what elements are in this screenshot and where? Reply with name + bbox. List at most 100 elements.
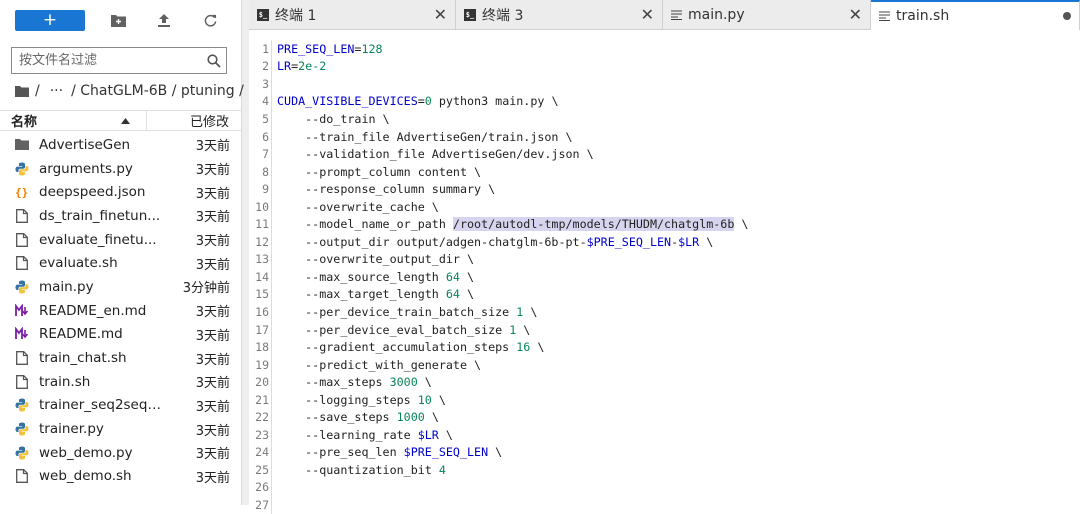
code-line[interactable]: --overwrite_output_dir \ xyxy=(277,251,748,269)
code-line[interactable]: --per_device_eval_batch_size 1 \ xyxy=(277,321,748,339)
home-folder-icon[interactable] xyxy=(15,85,29,97)
code-line[interactable]: --learning_rate $LR \ xyxy=(277,426,748,444)
code-token: \ xyxy=(523,304,538,319)
tab-train-sh[interactable]: train.sh xyxy=(871,0,1080,30)
unsaved-indicator-icon[interactable] xyxy=(1063,12,1071,20)
upload-icon[interactable] xyxy=(151,9,177,31)
code-token: --overwrite_output_dir \ xyxy=(277,252,475,267)
file-list-header: 名称 已修改 xyxy=(0,110,241,131)
file-list-item[interactable]: README_en.md 3天前 xyxy=(0,299,241,323)
code-line[interactable]: --prompt_column content \ xyxy=(277,163,748,181)
file-list-item[interactable]: {} deepspeed.json 3天前 xyxy=(0,180,241,204)
code-token: --overwrite_cache \ xyxy=(277,199,439,214)
code-line[interactable]: --overwrite_cache \ xyxy=(277,198,748,216)
code-line[interactable]: --gradient_accumulation_steps 16 \ xyxy=(277,338,748,356)
code-token: --train_file AdvertiseGen/train.json \ xyxy=(277,129,573,144)
file-list-item[interactable]: web_demo.py 3天前 xyxy=(0,441,241,465)
code-token: \ xyxy=(459,287,475,302)
file-list-item[interactable]: evaluate_finetu... 3天前 xyxy=(0,228,241,252)
text-file-icon xyxy=(671,9,682,20)
panel-splitter[interactable] xyxy=(241,0,249,505)
file-list-item[interactable]: AdvertiseGen 3天前 xyxy=(0,133,241,157)
code-token: --per_device_train_batch_size xyxy=(277,304,517,319)
code-line[interactable] xyxy=(277,75,748,93)
breadcrumb-separator: / xyxy=(35,83,40,99)
code-line[interactable]: --pre_seq_len $PRE_SEQ_LEN \ xyxy=(277,444,748,462)
line-number: 9 xyxy=(262,182,269,197)
file-name: train_chat.sh xyxy=(39,350,127,367)
code-line[interactable]: --output_dir output/adgen-chatglm-6b-pt-… xyxy=(277,233,748,251)
file-list-item[interactable]: ds_train_finetun... 3天前 xyxy=(0,204,241,228)
file-name: deepspeed.json xyxy=(39,184,146,201)
code-line[interactable]: --per_device_train_batch_size 1 \ xyxy=(277,303,748,321)
close-icon[interactable]: ✕ xyxy=(434,5,447,24)
code-line[interactable]: --model_name_or_path /root/autodl-tmp/mo… xyxy=(277,215,748,233)
line-number: 8 xyxy=(262,164,269,179)
line-number: 23 xyxy=(255,427,269,442)
code-line[interactable]: --max_target_length 64 \ xyxy=(277,286,748,304)
code-line[interactable]: --response_column summary \ xyxy=(277,180,748,198)
code-line[interactable]: --do_train \ xyxy=(277,110,748,128)
code-token: --logging_steps xyxy=(277,392,418,407)
file-name: train.sh xyxy=(39,373,91,390)
code-line[interactable] xyxy=(277,479,748,497)
markdown-icon xyxy=(13,302,31,320)
code-token: LR xyxy=(277,59,292,74)
code-line[interactable]: PRE_SEQ_LEN = 128 xyxy=(277,40,748,58)
file-name: ds_train_finetun... xyxy=(39,207,161,224)
close-icon[interactable]: ✕ xyxy=(641,5,654,24)
file-list-item[interactable]: train.sh 3天前 xyxy=(0,370,241,394)
file-list-item[interactable]: trainer_seq2seq.... 3天前 xyxy=(0,394,241,418)
json-icon: {} xyxy=(13,183,31,201)
refresh-icon[interactable] xyxy=(197,9,223,31)
line-number: 18 xyxy=(255,340,269,355)
file-modified: 3天前 xyxy=(195,423,230,439)
selected-text: /root/autodl-tmp/models/THUDM/chatglm-6b xyxy=(452,217,735,232)
breadcrumb-path[interactable]: / ChatGLM-6B / ptuning / xyxy=(71,83,244,99)
code-token: \ xyxy=(424,410,439,425)
tab-main-py[interactable]: main.py ✕ xyxy=(663,0,871,29)
filter-input[interactable] xyxy=(12,52,202,69)
code-line[interactable]: CUDA_VISIBLE_DEVICES = 0 python3 main.py \ xyxy=(277,93,748,111)
file-modified: 3天前 xyxy=(195,139,230,155)
code-token: 64 xyxy=(445,269,460,284)
search-icon xyxy=(202,53,226,68)
file-list-item[interactable]: README.md 3天前 xyxy=(0,323,241,347)
tab-terminal-1[interactable]: $_ 终端 1 ✕ xyxy=(249,0,456,29)
file-list-item[interactable]: main.py 3分钟前 xyxy=(0,275,241,299)
code-line[interactable]: --max_steps 3000 \ xyxy=(277,373,748,391)
code-line[interactable]: LR = 2e-2 xyxy=(277,58,748,76)
file-list-item[interactable]: web_demo.sh 3天前 xyxy=(0,465,241,489)
file-name: README_en.md xyxy=(39,302,147,319)
breadcrumb-ellipsis[interactable]: ··· xyxy=(50,83,63,99)
code-line[interactable]: --save_steps 1000 \ xyxy=(277,408,748,426)
code-token: --predict_with_generate \ xyxy=(277,357,482,372)
code-token: 1 xyxy=(509,322,517,337)
line-number: 2 xyxy=(262,59,269,74)
modified-column-header[interactable]: 已修改 xyxy=(147,111,241,130)
code-line[interactable]: --max_source_length 64 \ xyxy=(277,268,748,286)
file-list-item[interactable]: evaluate.sh 3天前 xyxy=(0,251,241,275)
file-list-item[interactable]: trainer.py 3天前 xyxy=(0,417,241,441)
code-token: 64 xyxy=(445,287,460,302)
file-list-item[interactable]: train_chat.sh 3天前 xyxy=(0,346,241,370)
name-column-header[interactable]: 名称 xyxy=(0,111,147,130)
new-folder-icon[interactable] xyxy=(105,9,131,31)
code-token: PRE_SEQ_LEN xyxy=(277,41,355,56)
code-line[interactable]: --quantization_bit 4 xyxy=(277,461,748,479)
code-line[interactable]: --train_file AdvertiseGen/train.json \ xyxy=(277,128,748,146)
code-content[interactable]: PRE_SEQ_LEN = 128 LR = 2e-2 CUDA_VISIBLE_DEVIC… xyxy=(277,40,748,514)
code-line[interactable]: --logging_steps 10 \ xyxy=(277,391,748,409)
file-list-item[interactable]: arguments.py 3天前 xyxy=(0,157,241,181)
line-number: 17 xyxy=(255,322,269,337)
tab-terminal-3[interactable]: $_ 终端 3 ✕ xyxy=(456,0,663,29)
text-file-icon xyxy=(879,11,890,21)
code-token: --gradient_accumulation_steps xyxy=(277,340,517,355)
code-token: 10 xyxy=(417,392,432,407)
new-launcher-button[interactable]: + xyxy=(15,9,85,31)
code-line[interactable]: --predict_with_generate \ xyxy=(277,356,748,374)
code-line[interactable]: --validation_file AdvertiseGen/dev.json … xyxy=(277,145,748,163)
code-token: --prompt_column content \ xyxy=(277,164,482,179)
file-icon xyxy=(13,254,31,272)
close-icon[interactable]: ✕ xyxy=(849,5,862,24)
